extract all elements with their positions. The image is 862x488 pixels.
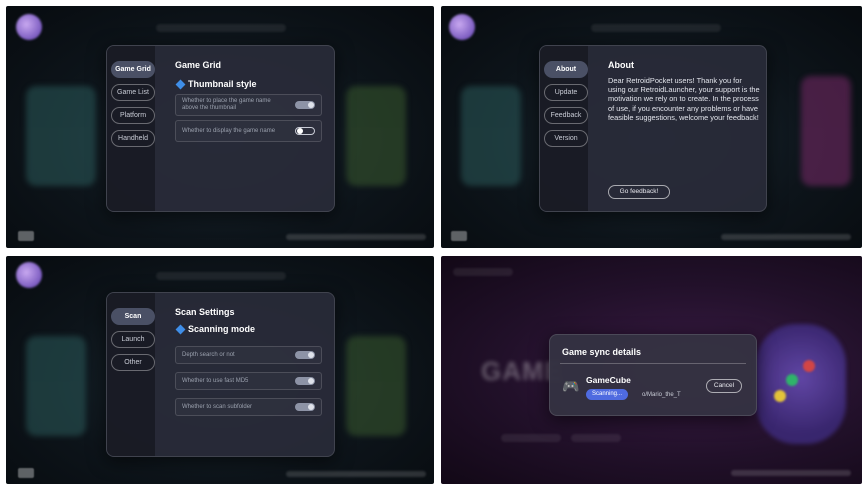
toggle-switch[interactable] [295, 101, 315, 109]
go-feedback-button[interactable]: Go feedback! [608, 185, 670, 199]
toggle-switch[interactable] [295, 403, 315, 411]
setting-label: Depth search or not [182, 351, 235, 358]
top-nav-bar [453, 268, 513, 276]
divider [560, 363, 746, 364]
user-avatar [16, 262, 42, 288]
cancel-button[interactable]: Cancel [706, 379, 742, 393]
controller-button [774, 390, 786, 402]
section-label: Thumbnail style [188, 79, 257, 89]
section-heading: Scanning mode [175, 324, 256, 334]
setting-row[interactable]: Whether to place the game name above the… [175, 94, 322, 116]
setting-row[interactable]: Whether to scan subfolder [175, 398, 322, 416]
setting-row[interactable]: Whether to display the game name [175, 120, 322, 142]
tab-launch[interactable]: Launch [111, 331, 155, 348]
bottom-menu-item [501, 434, 561, 442]
settings-dialog: Scan Launch Other Scan Settings Scanning… [106, 292, 335, 457]
bottom-hint-bar [286, 234, 426, 240]
controller-hint-icon [451, 231, 467, 241]
game-grid-settings-screen: Game Grid Game List Platform Handheld Ga… [6, 6, 434, 248]
controller-button [786, 374, 798, 386]
scanning-status-badge: Scanning... [586, 389, 629, 400]
sync-dialog: Game sync details 🎮 GameCube Scanning...… [549, 334, 757, 416]
top-nav-bar [591, 24, 721, 32]
about-settings-screen: About Update Feedback Version About Dear… [441, 6, 862, 248]
user-avatar [16, 14, 42, 40]
toggle-switch[interactable] [295, 377, 315, 385]
tab-scan[interactable]: Scan [111, 308, 155, 325]
scanning-path: o/Mario_the_T [642, 392, 681, 398]
game-card [346, 86, 406, 186]
tab-handheld[interactable]: Handheld [111, 130, 155, 147]
tab-update[interactable]: Update [544, 84, 588, 101]
bottom-hint-bar [721, 234, 851, 240]
setting-label: Whether to display the game name [182, 127, 276, 134]
game-sync-screen: GAME Game sync details 🎮 GameCube Scanni… [441, 256, 862, 484]
diamond-icon [175, 79, 186, 89]
tab-platform[interactable]: Platform [111, 107, 155, 124]
gamepad-icon: 🎮 [562, 378, 580, 394]
game-card [26, 86, 96, 186]
bottom-hint-bar [286, 471, 426, 477]
about-message: Dear RetroidPocket users! Thank you for … [608, 76, 760, 122]
top-nav-bar [156, 24, 286, 32]
setting-label: Whether to scan subfolder [182, 403, 253, 410]
controller-hint-icon [18, 231, 34, 241]
game-platform-name: GameCube [586, 375, 631, 385]
game-card [801, 76, 851, 186]
section-label: Scanning mode [188, 324, 256, 334]
section-heading: Thumbnail style [175, 79, 257, 89]
bottom-menu-item [571, 434, 621, 442]
screenshot-grid: Game Grid Game List Platform Handheld Ga… [0, 0, 862, 488]
toggle-switch[interactable] [295, 127, 315, 135]
tab-game-grid[interactable]: Game Grid [111, 61, 155, 78]
user-avatar [449, 14, 475, 40]
settings-sidebar: About Update Feedback Version [540, 46, 588, 211]
setting-row[interactable]: Depth search or not [175, 346, 322, 364]
dialog-title: Scan Settings [175, 307, 235, 317]
settings-dialog: Game Grid Game List Platform Handheld Ga… [106, 45, 335, 212]
diamond-icon [175, 324, 186, 334]
game-card [461, 86, 521, 186]
controller-hint-icon [18, 468, 34, 478]
controller-button [803, 360, 815, 372]
tab-about[interactable]: About [544, 61, 588, 78]
toggle-switch[interactable] [295, 351, 315, 359]
tab-game-list[interactable]: Game List [111, 84, 155, 101]
top-nav-bar [156, 272, 286, 280]
settings-dialog: About Update Feedback Version About Dear… [539, 45, 767, 212]
tab-version[interactable]: Version [544, 130, 588, 147]
game-card [26, 336, 86, 436]
dialog-title: About [608, 60, 634, 70]
game-card [346, 336, 406, 436]
dialog-title: Game Grid [175, 60, 222, 70]
setting-row[interactable]: Whether to use fast MD5 [175, 372, 322, 390]
sync-dialog-title: Game sync details [562, 347, 642, 357]
setting-label: Whether to place the game name above the… [182, 98, 271, 111]
settings-sidebar: Scan Launch Other [107, 293, 155, 456]
scan-settings-screen: Scan Launch Other Scan Settings Scanning… [6, 256, 434, 484]
bottom-hint-bar [731, 470, 851, 476]
tab-other[interactable]: Other [111, 354, 155, 371]
controller-artwork [756, 324, 846, 444]
setting-label: Whether to use fast MD5 [182, 377, 249, 384]
tab-feedback[interactable]: Feedback [544, 107, 588, 124]
settings-sidebar: Game Grid Game List Platform Handheld [107, 46, 155, 211]
